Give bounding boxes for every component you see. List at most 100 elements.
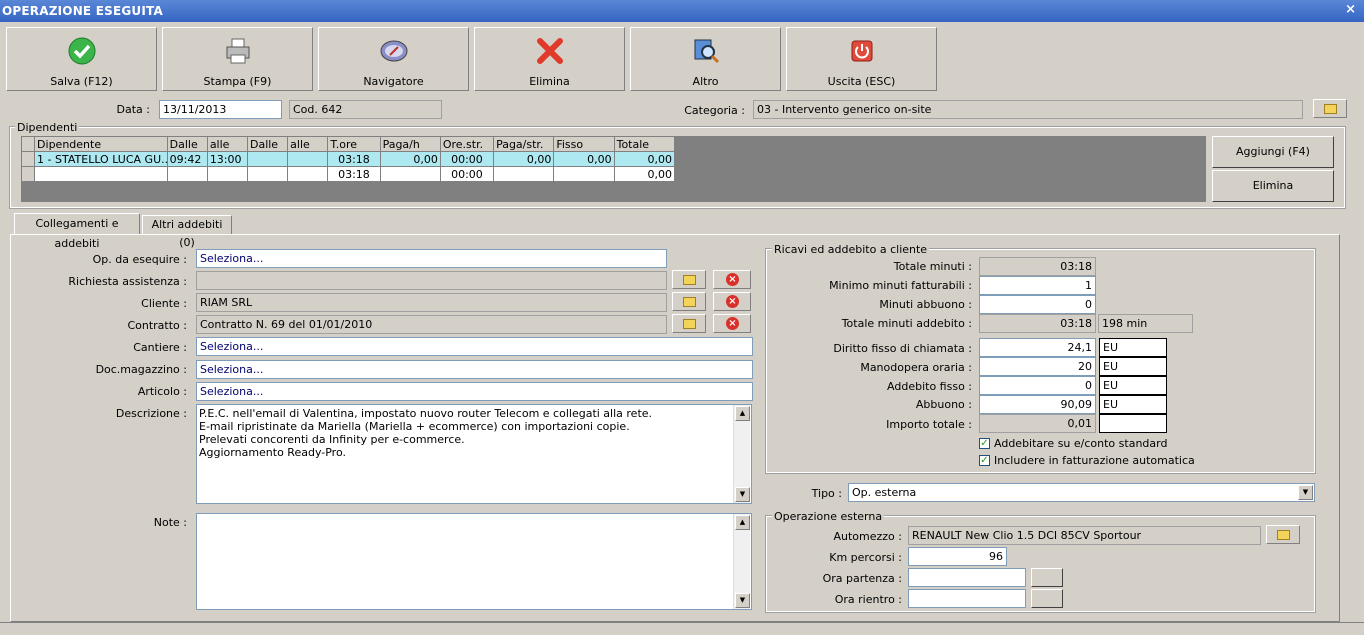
col-header[interactable]: Dalle	[166, 136, 208, 152]
table-cell[interactable]	[246, 151, 289, 167]
tipo-label: Tipo :	[811, 487, 842, 500]
abbuono-field[interactable]: 90,09	[979, 395, 1096, 414]
partenza-set-button[interactable]	[1031, 568, 1063, 587]
col-header[interactable]: Fisso	[553, 136, 615, 152]
add-employee-button[interactable]: Aggiungi (F4)	[1212, 136, 1334, 168]
close-icon[interactable]: ×	[1345, 2, 1356, 17]
scroll-up-icon[interactable]: ▲	[735, 406, 750, 421]
scroll-up-icon[interactable]: ▲	[735, 515, 750, 530]
col-header[interactable]: Paga/str.	[493, 136, 555, 152]
table-cell[interactable]: 03:18	[327, 151, 381, 167]
category-folder-button[interactable]	[1313, 99, 1347, 118]
table-row[interactable]: 1 - STATELLO LUCA GU... 09:42 13:00 03:1…	[20, 151, 676, 167]
folder-icon	[1277, 530, 1290, 540]
chevron-down-icon[interactable]: ▼	[1298, 485, 1313, 500]
descrizione-textarea[interactable]: P.E.C. nell'email di Valentina, impostat…	[196, 404, 752, 504]
save-label: Salva (F12)	[50, 75, 113, 88]
delete-label: Elimina	[529, 75, 570, 88]
col-header[interactable]: Totale	[613, 136, 676, 152]
articolo-field[interactable]: Seleziona...	[196, 382, 753, 401]
col-header[interactable]: Ore.str.	[439, 136, 495, 152]
table-cell[interactable]: 0,00	[613, 151, 676, 167]
tipo-select[interactable]: Op. esterna	[848, 483, 1315, 502]
table-cell[interactable]	[287, 151, 329, 167]
minimo-field[interactable]: 1	[979, 276, 1096, 295]
table-cell[interactable]	[246, 166, 289, 182]
status-bar	[0, 622, 1364, 635]
table-cell[interactable]: 0,00	[379, 151, 441, 167]
cliente-clear-button[interactable]: ×	[713, 292, 751, 311]
table-cell[interactable]: 00:00	[439, 151, 495, 167]
importo-currency[interactable]	[1099, 414, 1167, 433]
exit-button[interactable]: Uscita (ESC)	[786, 27, 937, 91]
table-cell[interactable]	[166, 166, 208, 182]
col-header[interactable]: alle	[206, 136, 248, 152]
table-cell[interactable]	[206, 166, 248, 182]
col-header[interactable]: Dipendente	[34, 136, 168, 152]
table-cell[interactable]: 09:42	[166, 151, 208, 167]
table-cell[interactable]: 1 - STATELLO LUCA GU...	[34, 151, 168, 167]
partenza-field[interactable]	[908, 568, 1026, 587]
tab-altri-addebiti[interactable]: Altri addebiti (0)	[142, 215, 232, 249]
cliente-folder-button[interactable]	[672, 292, 706, 311]
richiesta-clear-button[interactable]: ×	[713, 270, 751, 289]
table-cell[interactable]	[553, 166, 615, 182]
col-header[interactable]: alle	[287, 136, 329, 152]
fatturazione-checkbox[interactable]: ✓	[979, 455, 990, 466]
op-field[interactable]: Seleziona...	[196, 249, 667, 268]
tab-collegamenti[interactable]: Collegamenti e addebiti	[14, 213, 140, 250]
table-cell[interactable]: 0,00	[613, 166, 676, 182]
col-header[interactable]: Dalle	[246, 136, 289, 152]
km-label: Km percorsi :	[829, 551, 902, 564]
table-cell[interactable]	[34, 166, 168, 182]
diritto-currency[interactable]: EU	[1099, 338, 1167, 357]
diritto-field[interactable]: 24,1	[979, 338, 1096, 357]
save-button[interactable]: Salva (F12)	[6, 27, 157, 91]
other-button[interactable]: Altro	[630, 27, 781, 91]
table-cell[interactable]	[287, 166, 329, 182]
abbuono-min-label: Minuti abbuono :	[879, 298, 972, 311]
contratto-clear-button[interactable]: ×	[713, 314, 751, 333]
contratto-folder-button[interactable]	[672, 314, 706, 333]
delete-x-icon	[536, 38, 563, 64]
importo-label: Importo totale :	[886, 418, 972, 431]
addebitare-checkbox[interactable]: ✓	[979, 438, 990, 449]
addebito-fisso-field[interactable]: 0	[979, 376, 1096, 395]
clear-icon: ×	[726, 273, 739, 286]
abbuono-min-field[interactable]: 0	[979, 295, 1096, 314]
table-row[interactable]: 03:18 00:00 0,00	[20, 166, 676, 182]
rientro-field[interactable]	[908, 589, 1026, 608]
abbuono-currency[interactable]: EU	[1099, 395, 1167, 414]
delete-button[interactable]: Elimina	[474, 27, 625, 91]
folder-icon	[1324, 104, 1337, 114]
table-cell[interactable]: 03:18	[327, 166, 381, 182]
delete-employee-button[interactable]: Elimina	[1212, 170, 1334, 202]
descrizione-scrollbar[interactable]: ▲ ▼	[733, 405, 750, 503]
table-cell[interactable]	[493, 166, 555, 182]
addebito-fisso-currency[interactable]: EU	[1099, 376, 1167, 395]
col-header[interactable]: Paga/h	[379, 136, 441, 152]
manodopera-currency[interactable]: EU	[1099, 357, 1167, 376]
cantiere-field[interactable]: Seleziona...	[196, 337, 753, 356]
note-textarea[interactable]	[196, 513, 752, 610]
scroll-down-icon[interactable]: ▼	[735, 593, 750, 608]
print-button[interactable]: Stampa (F9)	[162, 27, 313, 91]
rientro-set-button[interactable]	[1031, 589, 1063, 608]
automezzo-folder-button[interactable]	[1266, 525, 1300, 544]
employees-table: Dipendente Dalle alle Dalle alle T.ore P…	[20, 136, 676, 182]
table-cell[interactable]: 00:00	[439, 166, 495, 182]
km-field[interactable]: 96	[908, 547, 1007, 566]
table-cell[interactable]	[379, 166, 441, 182]
manodopera-field[interactable]: 20	[979, 357, 1096, 376]
navigator-button[interactable]: Navigatore	[318, 27, 469, 91]
doc-field[interactable]: Seleziona...	[196, 360, 753, 379]
table-cell[interactable]: 0,00	[553, 151, 615, 167]
note-scrollbar[interactable]: ▲ ▼	[733, 514, 750, 609]
employees-grid[interactable]: Dipendente Dalle alle Dalle alle T.ore P…	[20, 136, 1206, 202]
table-cell[interactable]: 13:00	[206, 151, 248, 167]
col-header[interactable]: T.ore	[327, 136, 381, 152]
richiesta-folder-button[interactable]	[672, 270, 706, 289]
date-field[interactable]: 13/11/2013	[159, 100, 282, 119]
table-cell[interactable]: 0,00	[493, 151, 555, 167]
scroll-down-icon[interactable]: ▼	[735, 487, 750, 502]
